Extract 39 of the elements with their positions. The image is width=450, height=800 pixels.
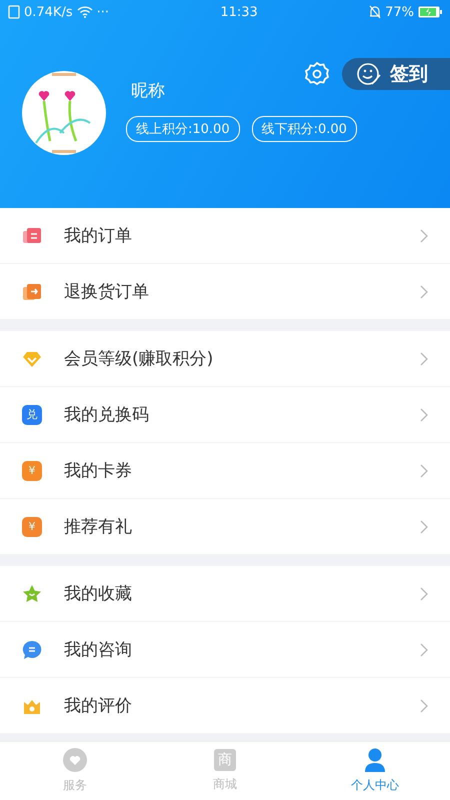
gift-icon: ¥ — [22, 516, 42, 536]
document-icon — [22, 226, 42, 246]
chevron-icon — [420, 520, 428, 534]
menu-item[interactable]: 我的咨询 — [0, 622, 450, 678]
menu-item[interactable]: ¥ 推荐有礼 — [0, 499, 450, 555]
menu-item[interactable]: 兑 我的兑换码 — [0, 387, 450, 443]
battery-icon — [418, 6, 442, 18]
arrow-icon — [22, 282, 42, 302]
chat-icon — [22, 640, 42, 660]
more-indicator: ··· — [96, 4, 110, 20]
chevron-icon — [420, 698, 428, 712]
chevron-icon — [420, 642, 428, 656]
menu-item[interactable]: 会员等级(赚取积分) — [0, 331, 450, 387]
chevron-icon — [420, 228, 428, 242]
coupon-icon: ¥ — [22, 460, 42, 480]
chevron-icon — [420, 284, 428, 298]
person-icon — [364, 748, 386, 772]
menu-item[interactable]: 我的评价 — [0, 678, 450, 734]
clock: 11:33 — [220, 4, 258, 20]
smile-pen-icon — [356, 61, 382, 87]
battery-level: 77% — [385, 4, 414, 20]
menu-item[interactable]: 我的订单 — [0, 208, 450, 264]
chevron-icon — [420, 464, 428, 478]
points-tag: 线下积分:0.00 — [252, 116, 357, 142]
chevron-icon — [420, 352, 428, 366]
network-speed: 0.74K/s — [24, 4, 73, 20]
code-icon: 兑 — [22, 404, 42, 424]
chevron-icon — [420, 586, 428, 600]
settings-icon[interactable] — [304, 61, 330, 87]
menu-item[interactable]: 退换货订单 — [0, 264, 450, 320]
bell-icon — [369, 5, 382, 19]
wifi-icon — [76, 6, 93, 18]
chevron-icon — [420, 408, 428, 422]
points-tag: 线上积分:10.00 — [126, 116, 240, 142]
checkin-button[interactable]: 签到 — [342, 58, 450, 90]
menu-item[interactable]: ¥ 我的卡券 — [0, 443, 450, 499]
star-icon — [22, 584, 42, 604]
menu-item[interactable]: 我的收藏 — [0, 566, 450, 622]
nickname: 昵称 — [130, 80, 166, 102]
